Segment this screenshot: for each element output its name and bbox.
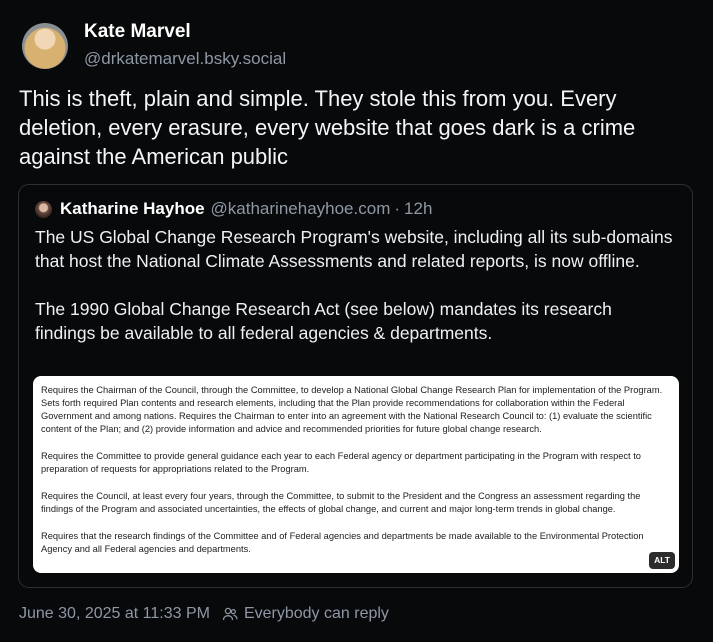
author-names: Kate Marvel @drkatemarvel.bsky.social [84,20,286,71]
alt-badge[interactable]: ALT [649,552,675,569]
post-footer: June 30, 2025 at 11:33 PM Everybody can … [19,605,389,623]
quoted-post[interactable]: Katharine Hayhoe @katharinehayhoe.com · … [18,184,693,588]
avatar[interactable] [22,22,68,69]
image-paragraph: Requires the Council, at least every fou… [41,491,641,514]
post-timestamp[interactable]: June 30, 2025 at 11:33 PM [19,605,210,623]
post-header: Kate Marvel @drkatemarvel.bsky.social [22,20,286,71]
quoted-paragraph: The 1990 Global Change Research Act (see… [35,299,612,343]
quoted-author-name[interactable]: Katharine Hayhoe [60,199,205,219]
quoted-post-text: The US Global Change Research Program's … [35,225,675,345]
quoted-author-handle[interactable]: @katharinehayhoe.com [211,199,391,219]
author-handle[interactable]: @drkatemarvel.bsky.social [84,47,286,71]
image-paragraph: Requires that the research findings of t… [41,531,644,554]
quoted-image[interactable]: Requires the Chairman of the Council, th… [33,376,679,573]
people-icon [222,607,238,621]
separator-dot: · [394,199,401,218]
post-text: This is theft, plain and simple. They st… [19,86,636,169]
image-paragraph: Requires the Committee to provide genera… [41,451,641,474]
quoted-avatar[interactable] [35,200,52,218]
author-display-name[interactable]: Kate Marvel [84,20,286,44]
quoted-paragraph: The US Global Change Research Program's … [35,227,673,271]
quoted-post-time[interactable]: 12h [404,199,432,219]
reply-setting[interactable]: Everybody can reply [244,605,389,623]
image-paragraph: Requires the Chairman of the Council, th… [41,385,663,434]
quoted-post-header: Katharine Hayhoe @katharinehayhoe.com · … [35,199,432,219]
